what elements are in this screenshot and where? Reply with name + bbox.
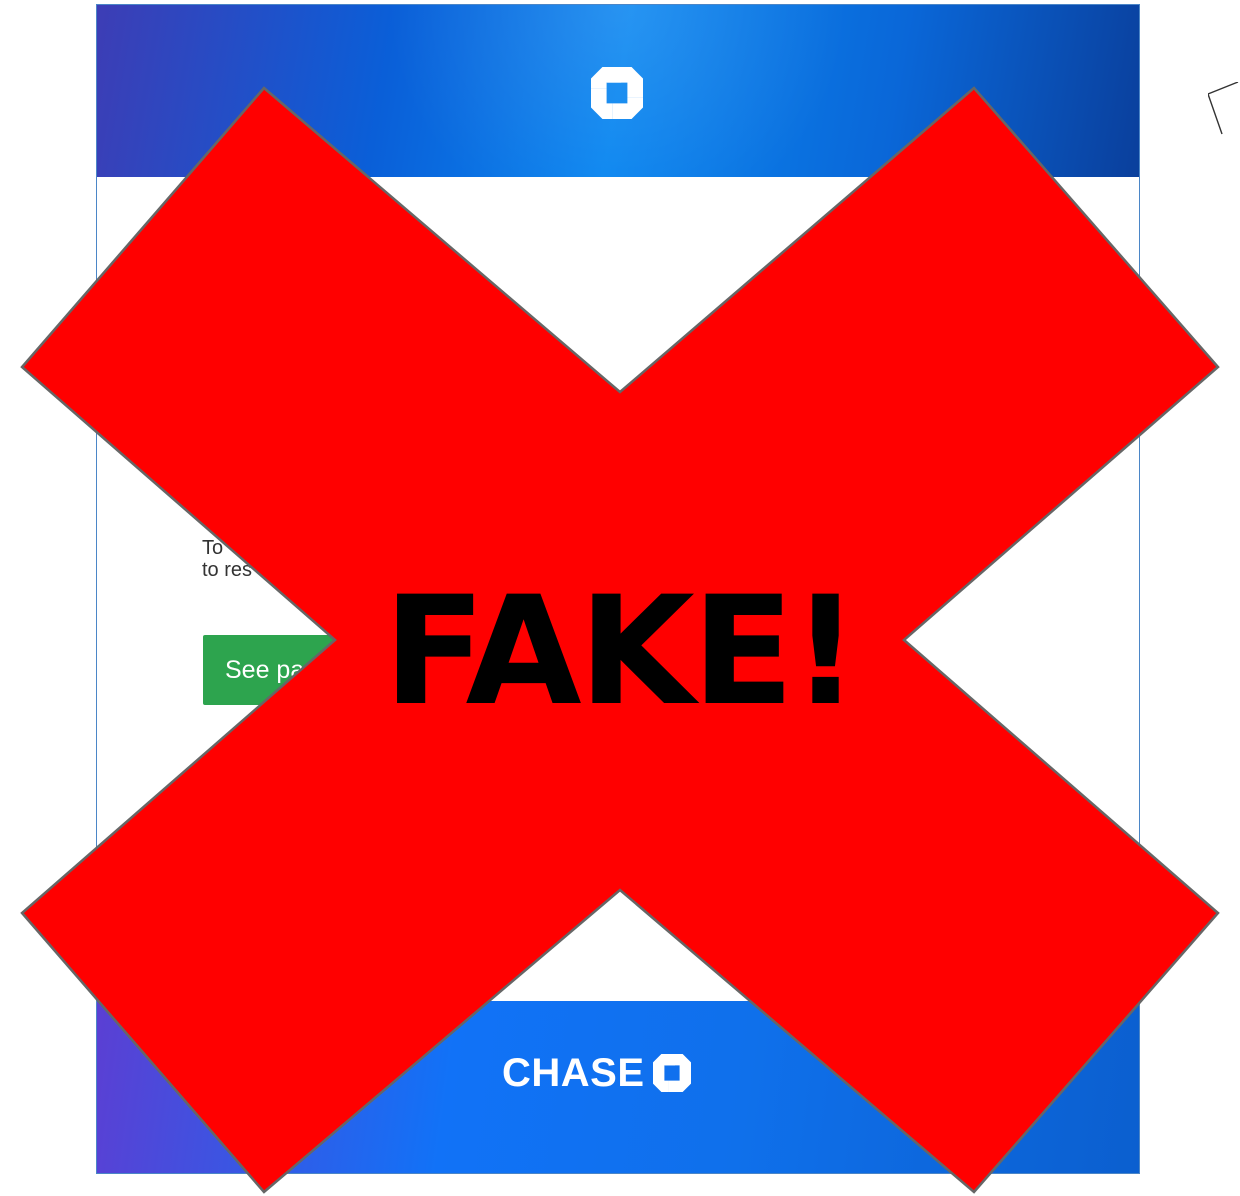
chase-octagon-icon [652,1054,691,1092]
message-line-2: to res [202,559,253,581]
email-footer: CHASE [97,1001,1139,1173]
pointer-outline-icon [1208,82,1239,135]
chase-footer-logo: CHASE [502,1053,691,1093]
chase-brand-text: CHASE [502,1051,645,1095]
fake-warning-label: FAKE! [383,565,859,739]
screenshot-canvas: To to res See pa CHASE FAKE! [0,0,1240,1196]
message-line-1: To [202,537,224,559]
chase-octagon-icon [591,67,643,119]
email-header [97,5,1139,177]
